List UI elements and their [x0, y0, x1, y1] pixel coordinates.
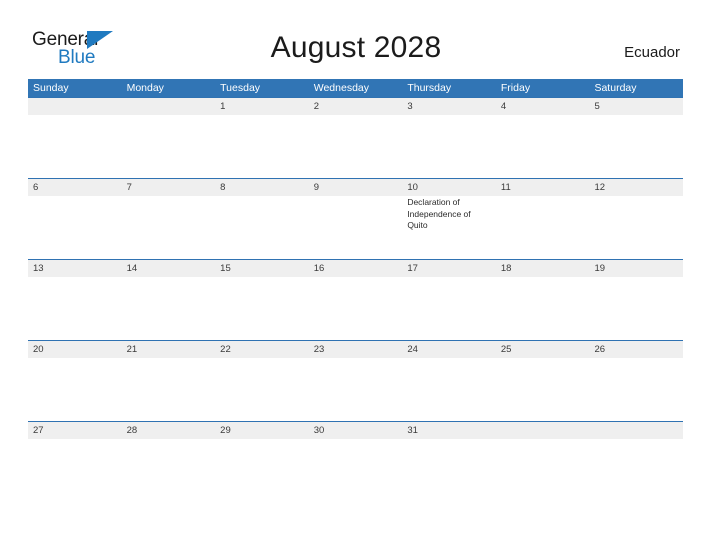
weekday-header-thursday: Thursday [407, 82, 452, 94]
calendar-page: General Blue August 2028 Ecuador Sunday … [0, 0, 712, 550]
day-number: 30 [313, 425, 325, 436]
day-cell[interactable]: 17 [402, 260, 496, 340]
day-cell[interactable]: 29 [215, 422, 309, 502]
page-header: General Blue August 2028 Ecuador [0, 0, 712, 67]
day-number [594, 422, 679, 439]
day-cell[interactable]: 18 [496, 260, 590, 340]
weekday-header-tuesday: Tuesday [220, 82, 261, 94]
week-row: 13 14 15 16 17 18 19 [28, 259, 683, 340]
day-number: 2 [313, 101, 320, 112]
day-number: 10 [407, 182, 418, 193]
day-cell[interactable]: 12 [589, 179, 683, 259]
weekday-header-sunday: Sunday [33, 82, 69, 94]
day-number: 28 [126, 425, 138, 436]
day-cell[interactable]: 6 [28, 179, 122, 259]
calendar-grid: Sunday Monday Tuesday Wednesday Thursday… [28, 79, 683, 502]
day-cell[interactable]: 15 [215, 260, 309, 340]
weekday-header-row: Sunday Monday Tuesday Wednesday Thursday… [28, 79, 683, 97]
day-number: 27 [33, 425, 44, 436]
day-number: 4 [500, 101, 507, 112]
day-cell[interactable]: 13 [28, 260, 122, 340]
day-cell[interactable]: 1 [215, 98, 309, 178]
day-number: 31 [407, 425, 418, 436]
day-number: 6 [33, 182, 39, 193]
day-number: 22 [220, 344, 231, 355]
day-cell[interactable]: 24 [402, 341, 496, 421]
day-cell[interactable]: 8 [215, 179, 309, 259]
region-label: Ecuador [624, 44, 680, 61]
day-cell[interactable]: 4 [496, 98, 590, 178]
day-cell[interactable] [496, 422, 590, 502]
day-cell[interactable]: 20 [28, 341, 122, 421]
day-number: 14 [126, 263, 138, 274]
day-number: 21 [126, 344, 138, 355]
day-cell[interactable]: 28 [122, 422, 216, 502]
day-number: 25 [500, 344, 512, 355]
day-number: 5 [594, 101, 600, 112]
day-number: 7 [126, 182, 132, 193]
day-number: 8 [220, 182, 226, 193]
weekday-header-monday: Monday [126, 82, 164, 94]
weekday-header-friday: Friday [500, 82, 531, 94]
day-number: 16 [313, 263, 325, 274]
day-cell[interactable]: 7 [122, 179, 216, 259]
day-number: 9 [313, 182, 320, 193]
day-cell[interactable]: 25 [496, 341, 590, 421]
day-cell[interactable]: 30 [309, 422, 403, 502]
weekday-header-saturday: Saturday [594, 82, 637, 94]
day-cell[interactable] [28, 98, 122, 178]
weekday-header-wednesday: Wednesday [313, 82, 369, 94]
day-cell[interactable]: 26 [589, 341, 683, 421]
day-cell[interactable]: 23 [309, 341, 403, 421]
day-number: 13 [33, 263, 44, 274]
day-cell[interactable]: 21 [122, 341, 216, 421]
day-cell[interactable]: 19 [589, 260, 683, 340]
day-cell[interactable]: 22 [215, 341, 309, 421]
day-number: 11 [500, 182, 511, 193]
day-number: 1 [220, 101, 226, 112]
day-number: 24 [407, 344, 418, 355]
day-cell[interactable]: 2 [309, 98, 403, 178]
day-cell[interactable]: 14 [122, 260, 216, 340]
day-number: 17 [407, 263, 418, 274]
day-cell[interactable]: 31 [402, 422, 496, 502]
day-cell[interactable]: 16 [309, 260, 403, 340]
day-cell[interactable]: 3 [402, 98, 496, 178]
day-number: 3 [407, 101, 413, 112]
day-cell[interactable] [589, 422, 683, 502]
week-row: 20 21 22 23 24 25 26 [28, 340, 683, 421]
day-number: 29 [220, 425, 231, 436]
day-number [33, 98, 118, 115]
day-number [501, 422, 586, 439]
day-cell-holiday[interactable]: 10 Declaration of Independence of Quito [402, 179, 496, 259]
day-number: 26 [594, 344, 606, 355]
day-event: Declaration of Independence of Quito [407, 197, 471, 230]
page-title: August 2028 [270, 31, 442, 64]
day-cell[interactable]: 27 [28, 422, 122, 502]
week-row: 6 7 8 9 10 Declaration of Independence o… [28, 178, 683, 259]
day-number: 15 [220, 263, 231, 274]
day-number [127, 98, 212, 115]
day-cell[interactable] [122, 98, 216, 178]
week-row: 27 28 29 30 31 [28, 421, 683, 502]
day-number: 20 [33, 344, 44, 355]
day-number: 19 [594, 263, 606, 274]
day-cell[interactable]: 11 [496, 179, 590, 259]
day-number: 18 [500, 263, 512, 274]
week-row: 1 2 3 4 5 [28, 97, 683, 178]
day-number: 12 [594, 182, 606, 193]
day-cell[interactable]: 5 [589, 98, 683, 178]
day-number: 23 [313, 344, 325, 355]
day-cell[interactable]: 9 [309, 179, 403, 259]
